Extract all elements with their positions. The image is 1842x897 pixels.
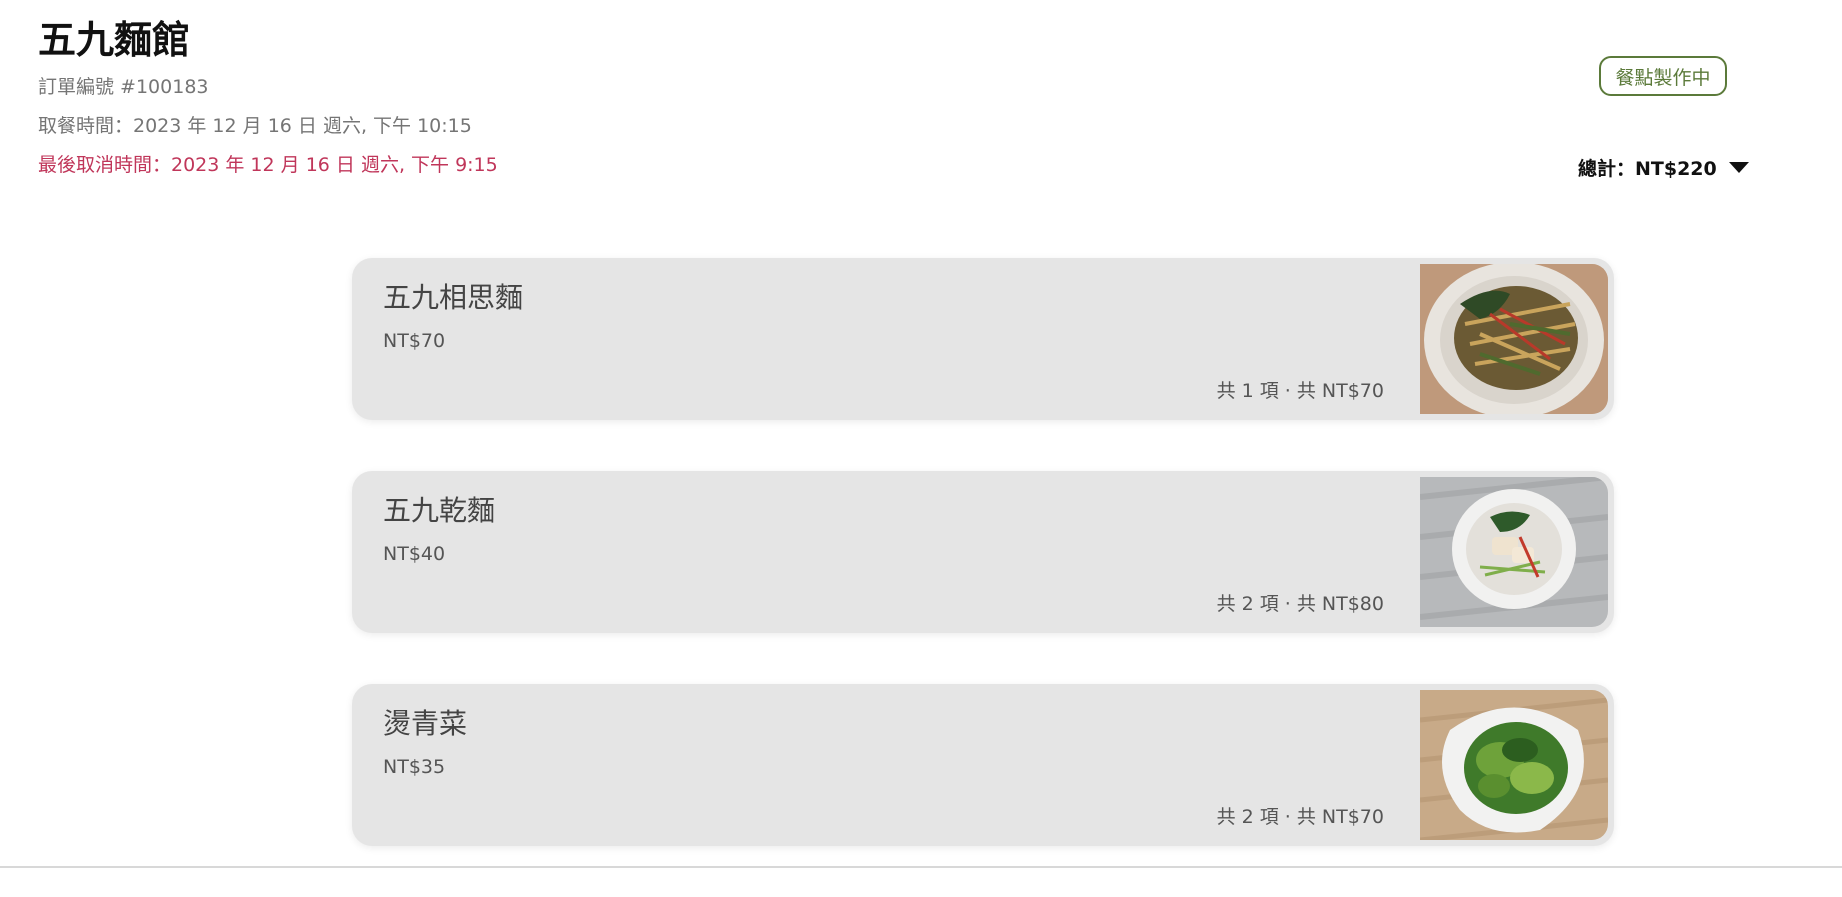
- order-number: 訂單編號 #100183: [38, 76, 209, 98]
- order-header: 五九麵館 訂單編號 #100183 取餐時間：2023 年 12 月 16 日 …: [38, 12, 498, 185]
- order-total-toggle[interactable]: 總計：NT$220: [1578, 154, 1749, 181]
- order-item-list: 五九相思麵 NT$70 共 1 項 · 共 NT$70 五九乾麵 NT$40 共…: [352, 258, 1614, 897]
- divider: [0, 866, 1842, 868]
- item-summary: 共 1 項 · 共 NT$70: [1216, 380, 1384, 402]
- item-summary: 共 2 項 · 共 NT$70: [1216, 806, 1384, 828]
- item-name: 燙青菜: [383, 707, 468, 740]
- noodle-salad-photo: [1420, 264, 1608, 414]
- shop-name: 五九麵館: [38, 18, 191, 62]
- item-price: NT$70: [383, 330, 446, 352]
- item-price: NT$35: [383, 756, 446, 778]
- cancel-deadline: 最後取消時間：2023 年 12 月 16 日 週六, 下午 9:15: [38, 154, 498, 176]
- pickup-time: 取餐時間：2023 年 12 月 16 日 週六, 下午 10:15: [38, 115, 472, 137]
- status-badge: 餐點製作中: [1599, 56, 1727, 96]
- dry-noodle-photo: [1420, 477, 1608, 627]
- order-item-card: 五九乾麵 NT$40 共 2 項 · 共 NT$80: [352, 471, 1614, 633]
- caret-down-icon[interactable]: [1728, 162, 1749, 173]
- order-item-card: 五九相思麵 NT$70 共 1 項 · 共 NT$70: [352, 258, 1614, 420]
- item-name: 五九相思麵: [383, 281, 524, 314]
- item-summary: 共 2 項 · 共 NT$80: [1216, 593, 1384, 615]
- item-price: NT$40: [383, 543, 446, 565]
- boiled-greens-photo: [1420, 690, 1608, 840]
- order-item-card: 燙青菜 NT$35 共 2 項 · 共 NT$70: [352, 684, 1614, 846]
- order-total: 總計：NT$220: [1578, 158, 1717, 180]
- item-name: 五九乾麵: [383, 494, 496, 527]
